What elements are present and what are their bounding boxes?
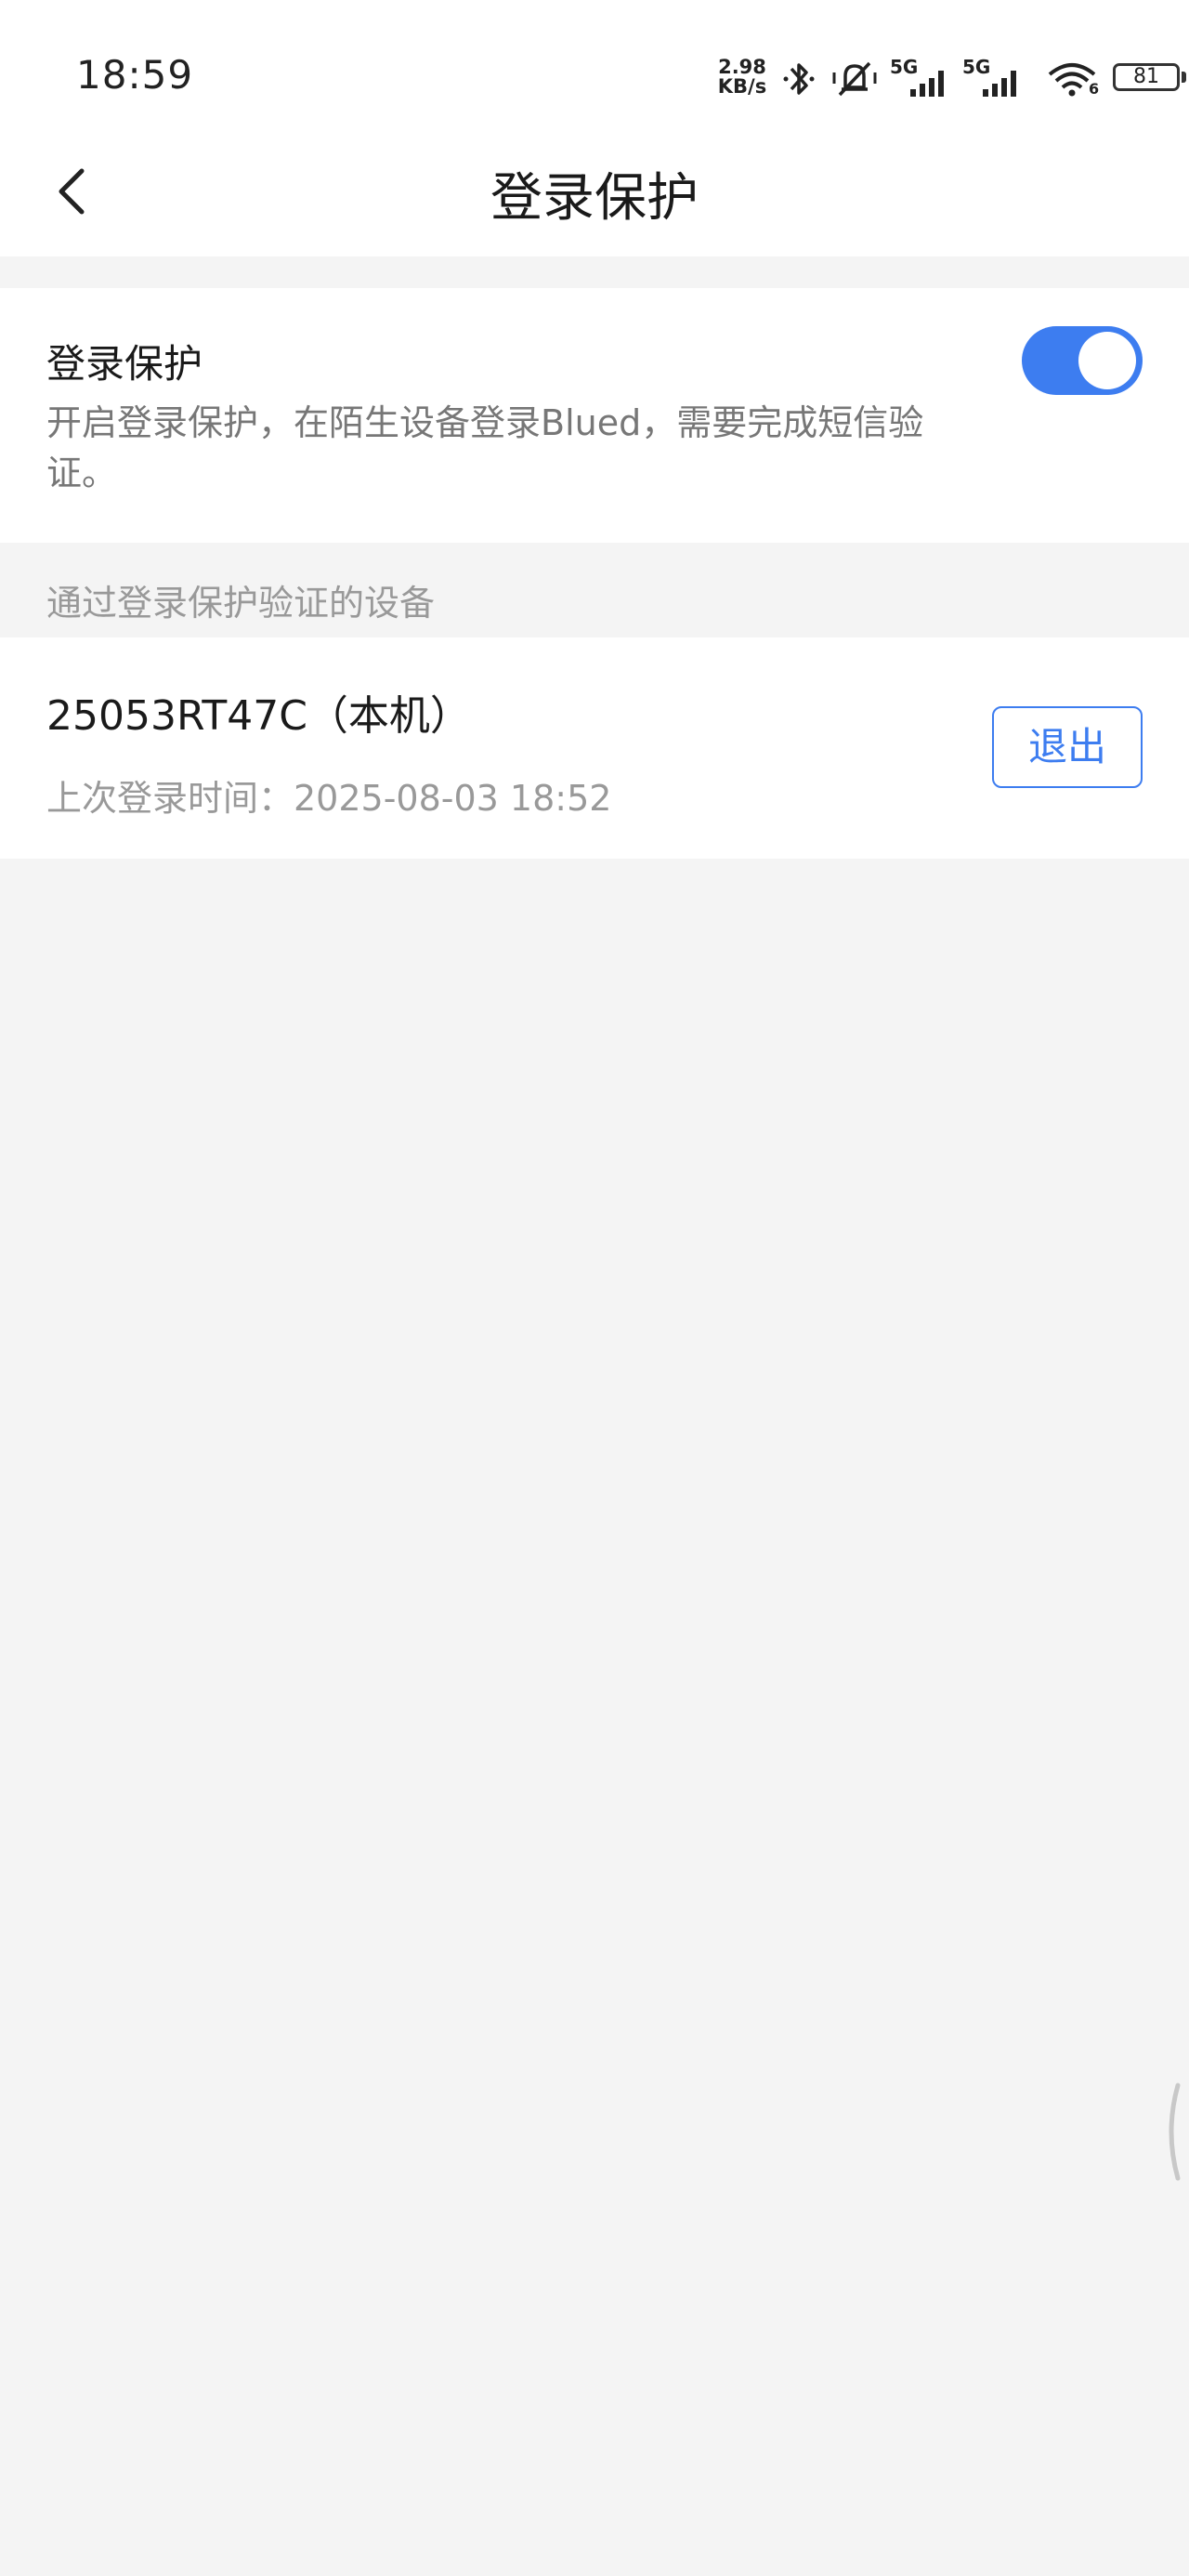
- page-title: 登录保护: [490, 168, 699, 229]
- login-protection-toggle[interactable]: [1022, 326, 1143, 395]
- status-time: 18:59: [76, 52, 194, 98]
- edge-gesture-handle[interactable]: [1161, 2082, 1182, 2182]
- wifi-badge: 6: [1089, 80, 1100, 98]
- battery-tip: [1182, 72, 1186, 83]
- network-speed-value: 2.98: [718, 56, 766, 78]
- login-protection-description: 开启登录保护，在陌生设备登录Blued，需要完成短信验证。: [46, 402, 924, 493]
- login-protection-card: 登录保护 开启登录保护，在陌生设备登录Blued，需要完成短信验证。: [0, 288, 1189, 543]
- battery-icon: 81: [1113, 63, 1180, 91]
- device-name: 25053RT47C（本机）: [46, 692, 471, 740]
- battery-level: 81: [1133, 65, 1159, 88]
- network-speed-unit: KB/s: [717, 75, 767, 98]
- network-speed: 2.98 KB/s: [714, 58, 770, 97]
- toggle-knob: [1078, 332, 1136, 389]
- status-bar: 18:59 2.98 KB/s 5G 5G 6 81: [0, 0, 1189, 139]
- device-last-login: 上次登录时间：2025-08-03 18:52: [46, 778, 612, 819]
- device-list-item: 25053RT47C（本机） 上次登录时间：2025-08-03 18:52 退…: [0, 637, 1189, 859]
- navigation-bar: 登录保护: [0, 139, 1189, 256]
- muted-bell-icon: [829, 58, 881, 104]
- status-icons: 2.98 KB/s 5G 5G 6 81: [632, 52, 1189, 108]
- logout-button[interactable]: 退出: [992, 706, 1143, 788]
- wifi-icon: 6: [1046, 58, 1102, 104]
- login-protection-title: 登录保护: [46, 341, 203, 387]
- devices-section-header: 通过登录保护验证的设备: [46, 583, 436, 624]
- bluetooth-icon: [780, 58, 817, 104]
